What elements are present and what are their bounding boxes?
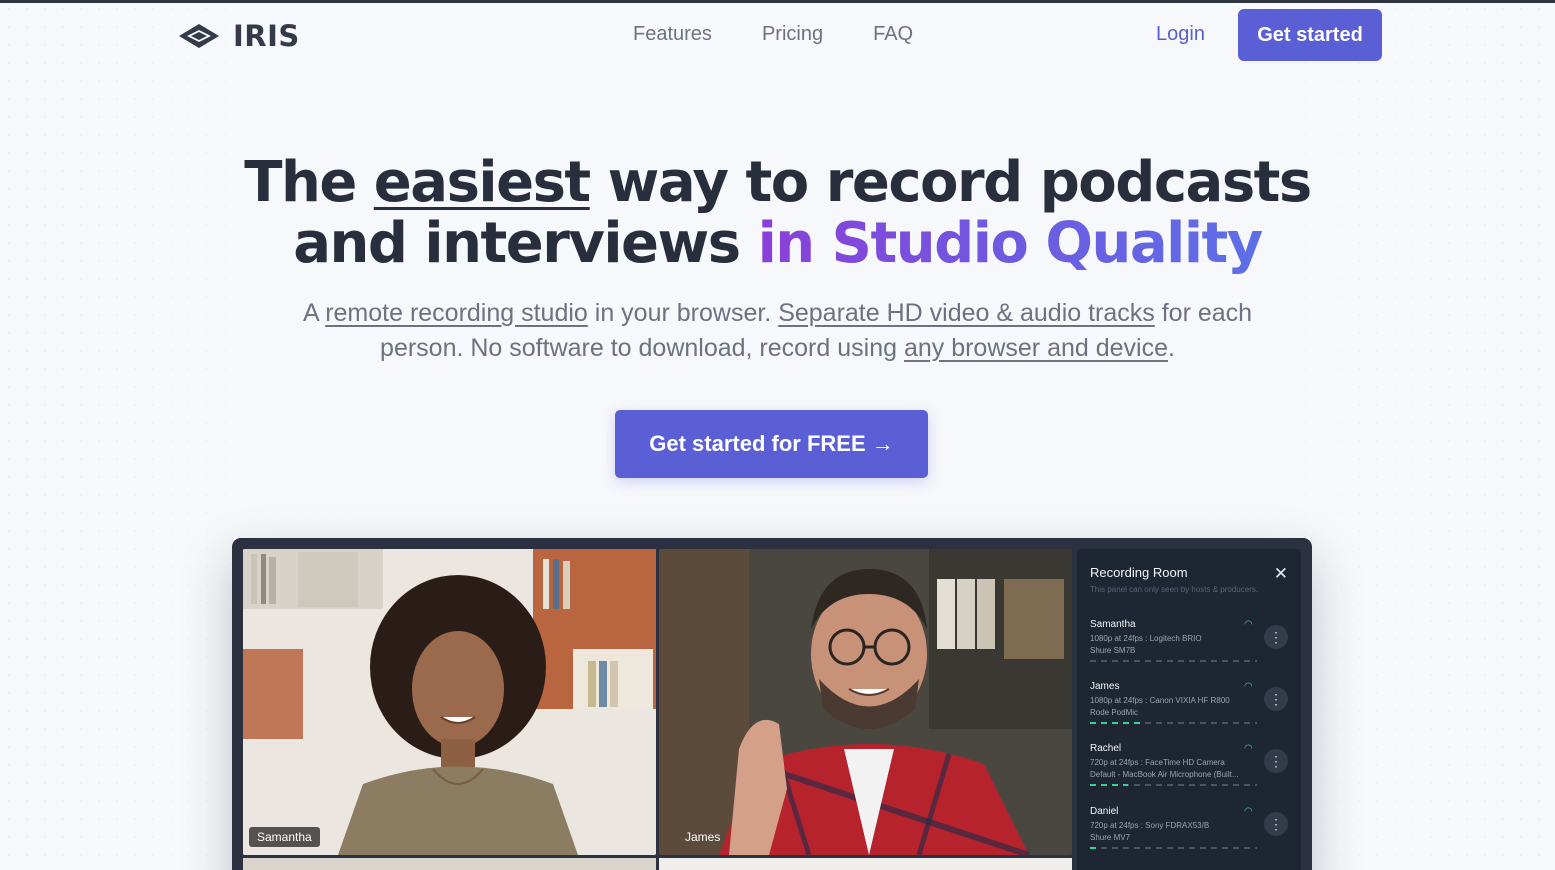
participant-name: Daniel (1090, 806, 1119, 817)
james-video-image (659, 549, 1072, 855)
hero-title-line2: and interviews (293, 211, 758, 276)
participant-name-tag: Samantha (249, 827, 320, 847)
video-tile-row2-left (243, 858, 656, 870)
participant-video-info: 720p at 24fps : Sony FDRAX53/B (1090, 821, 1210, 830)
hero-sub-text: . (1168, 334, 1175, 362)
login-link[interactable]: Login (1156, 23, 1205, 46)
audio-level-fill (1090, 784, 1129, 786)
get-started-button[interactable]: Get started (1238, 9, 1382, 61)
audio-level-meter (1090, 847, 1257, 849)
nav-link-faq[interactable]: FAQ (873, 23, 913, 46)
hero-sub-text: in your browser. (587, 299, 779, 327)
participant-audio-info: Rode PodMic (1090, 708, 1139, 717)
wifi-signal-icon: ◠ (1244, 619, 1253, 630)
any-browser-link[interactable]: any browser and device (904, 334, 1168, 362)
get-started-free-button[interactable]: Get started for FREE → (615, 410, 928, 478)
top-navigation: IRIS Features Pricing FAQ Login Get star… (0, 3, 1555, 69)
participant-video-info: 720p at 24fps : FaceTime HD Camera (1090, 758, 1225, 767)
participant-row-samantha: Samantha 1080p at 24fps : Logitech BRIO … (1090, 619, 1290, 671)
video-tile-james: James (659, 549, 1072, 855)
participant-name: Rachel (1090, 743, 1122, 754)
iris-eye-icon (179, 24, 219, 48)
hero-title-part2: way to record podcasts (589, 150, 1313, 215)
audio-level-meter (1090, 784, 1257, 786)
participant-video-info: 1080p at 24fps : Logitech BRIO (1090, 634, 1202, 643)
samantha-video-image (243, 549, 656, 855)
hero-title-gradient: in Studio Quality (757, 211, 1264, 276)
hero-title: The easiest way to record podcasts and i… (0, 152, 1555, 274)
audio-level-fill (1090, 722, 1141, 724)
participant-name: James (1090, 681, 1120, 692)
more-options-icon[interactable]: ⋮ (1264, 625, 1288, 649)
wifi-signal-icon: ◠ (1244, 743, 1253, 754)
participant-row-james: James 1080p at 24fps : Canon VIXIA HF R8… (1090, 681, 1290, 733)
nav-links: Features Pricing FAQ (633, 23, 913, 46)
wifi-signal-icon: ◠ (1244, 806, 1253, 817)
panel-note: This panel can only seen by hosts & prod… (1090, 585, 1259, 594)
wifi-signal-icon: ◠ (1244, 681, 1253, 692)
video-tile-row2-right (659, 858, 1072, 870)
iris-logo[interactable]: IRIS (175, 19, 300, 53)
more-options-icon[interactable]: ⋮ (1264, 687, 1288, 711)
participant-video-info: 1080p at 24fps : Canon VIXIA HF R800 (1090, 696, 1230, 705)
more-options-icon[interactable]: ⋮ (1264, 749, 1288, 773)
participant-name: Samantha (1090, 619, 1136, 630)
hero-title-underlined: easiest (373, 150, 591, 215)
nav-link-features[interactable]: Features (633, 23, 712, 46)
participant-audio-info: Default - MacBook Air Microphone (Built.… (1090, 770, 1239, 779)
separate-tracks-link[interactable]: Separate HD video & audio tracks (778, 299, 1155, 327)
participant-audio-info: Shure SM7B (1090, 646, 1136, 655)
participant-row-rachel: Rachel 720p at 24fps : FaceTime HD Camer… (1090, 743, 1290, 795)
brand-name: IRIS (233, 19, 300, 53)
close-icon[interactable]: ✕ (1274, 564, 1288, 584)
hero-sub-text: A (302, 299, 326, 327)
remote-recording-studio-link[interactable]: remote recording studio (325, 299, 588, 327)
audio-level-fill (1090, 847, 1099, 849)
audio-level-meter (1090, 660, 1257, 662)
nav-link-pricing[interactable]: Pricing (762, 23, 823, 46)
hero-title-part1: The (244, 150, 374, 215)
participant-name-tag: James (685, 830, 721, 844)
participant-row-daniel: Daniel 720p at 24fps : Sony FDRAX53/B Sh… (1090, 806, 1290, 858)
audio-level-meter (1090, 722, 1257, 724)
participant-audio-info: Shure MV7 (1090, 833, 1131, 842)
panel-title: Recording Room (1090, 565, 1188, 580)
recording-demo-window: Samantha James Recording Room ✕ This pan… (232, 538, 1312, 870)
more-options-icon[interactable]: ⋮ (1264, 812, 1288, 836)
recording-room-panel: Recording Room ✕ This panel can only see… (1077, 549, 1301, 870)
hero-subtitle: A remote recording studio in your browse… (300, 296, 1255, 366)
video-tile-samantha: Samantha (243, 549, 656, 855)
